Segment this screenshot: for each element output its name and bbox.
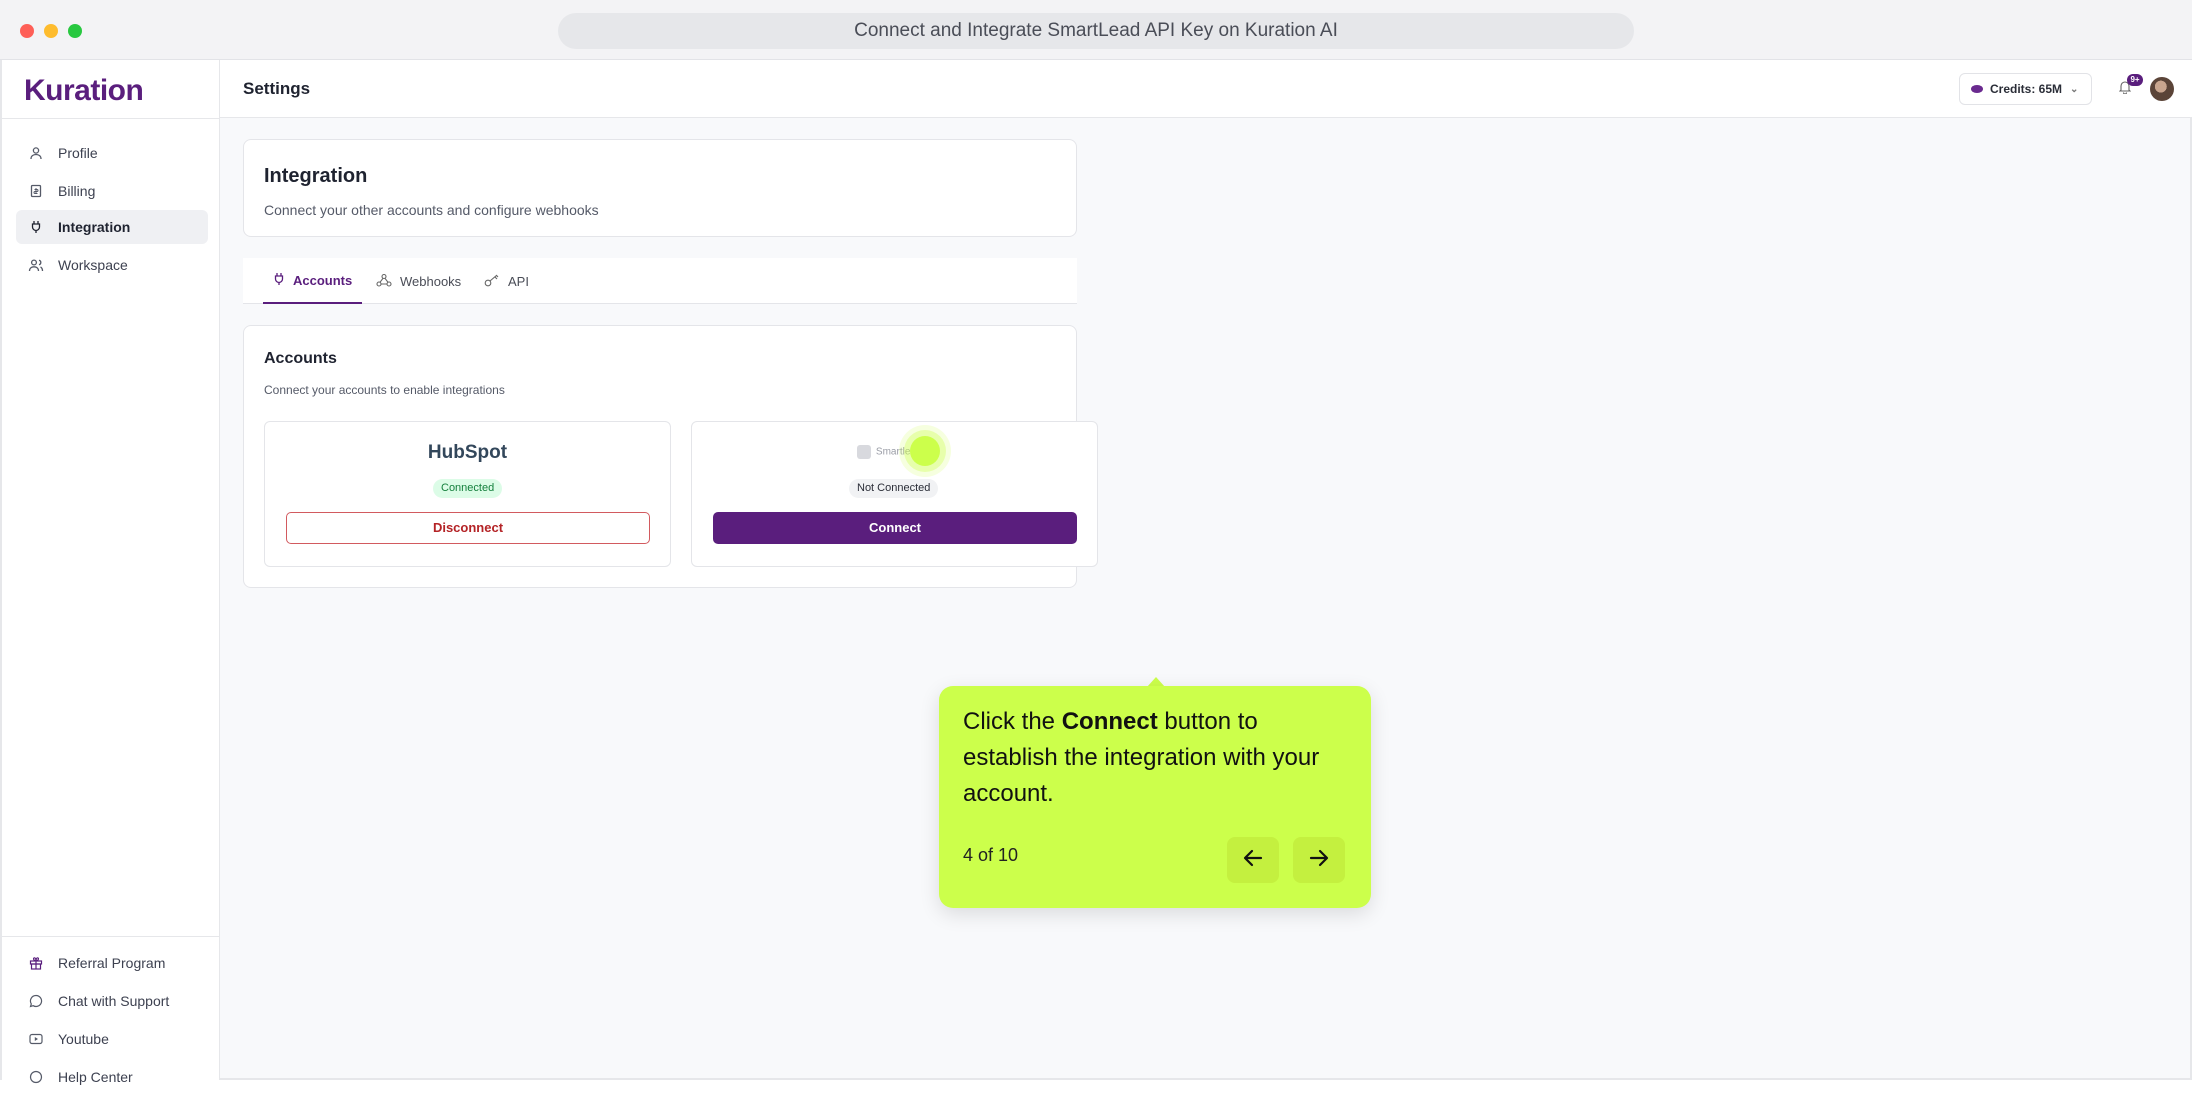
tab-accounts[interactable]: Accounts: [263, 258, 363, 304]
credits-dropdown[interactable]: Credits: 65M ⌄: [1959, 73, 2092, 105]
tooltip-text: Click the Connect button to establish th…: [963, 704, 1343, 812]
coin-icon: [1971, 85, 1983, 93]
next-step-button[interactable]: [1293, 837, 1345, 883]
browser-chrome: Connect and Integrate SmartLead API Key …: [0, 0, 2192, 60]
sidebar-item-label: Chat with Support: [58, 993, 170, 1009]
tab-label: API: [508, 273, 529, 289]
sidebar-item-label: Workspace: [58, 257, 128, 273]
integration-header-card: Integration Connect your other accounts …: [243, 139, 1077, 237]
smartlead-logo-mark: [856, 445, 871, 459]
window-close-button[interactable]: [20, 24, 34, 38]
tab-label: Webhooks: [400, 273, 462, 289]
connect-button[interactable]: Connect: [713, 512, 1077, 544]
status-badge: Connected: [433, 479, 503, 498]
tooltip-text-bold: Connect: [1061, 708, 1158, 735]
tab-api[interactable]: API: [484, 258, 529, 304]
sidebar-item-youtube[interactable]: Youtube: [16, 1022, 208, 1056]
receipt-icon: [28, 183, 44, 199]
notification-badge: 9+: [2127, 74, 2143, 86]
webhook-icon: [376, 273, 392, 290]
sidebar-item-referral-program[interactable]: Referral Program: [16, 946, 208, 980]
smartlead-integration-card: Smartlead.ai Not Connected Connect: [691, 421, 1098, 567]
accounts-subtitle: Connect your accounts to enable integrat…: [264, 383, 505, 397]
sidebar-item-label: Profile: [58, 145, 98, 161]
chevron-down-icon: ⌄: [2070, 83, 2079, 95]
disconnect-button[interactable]: Disconnect: [286, 512, 650, 544]
page-title: Settings: [243, 79, 311, 98]
sidebar-item-chat-with-support[interactable]: Chat with Support: [16, 984, 208, 1018]
plug-icon: [273, 272, 285, 289]
youtube-icon: [28, 1033, 44, 1045]
status-badge: Not Connected: [849, 479, 939, 498]
tooltip-step-counter: 4 of 10: [963, 845, 1019, 865]
key-icon: [484, 273, 500, 290]
integration-subtitle: Connect your other accounts and configur…: [264, 202, 599, 218]
sidebar-item-label: Integration: [58, 219, 131, 235]
sidebar-item-integration[interactable]: Integration: [16, 210, 208, 244]
tab-webhooks[interactable]: Webhooks: [376, 258, 461, 304]
sidebar-item-help-center[interactable]: Help Center: [16, 1060, 208, 1094]
gift-icon: [28, 956, 44, 970]
arrow-right-icon: [1309, 846, 1329, 874]
arrow-left-icon: [1243, 846, 1263, 874]
sidebar-item-label: Help Center: [58, 1069, 133, 1085]
window-minimize-button[interactable]: [44, 24, 58, 38]
app-window: Kuration Profile Billing Integration Wor…: [0, 60, 2192, 1085]
sidebar-item-profile[interactable]: Profile: [16, 136, 208, 170]
previous-step-button[interactable]: [1227, 837, 1279, 883]
sidebar-header-divider: [2, 118, 220, 119]
top-bar: Settings Credits: 65M ⌄ 9+: [220, 60, 2192, 118]
address-bar[interactable]: Connect and Integrate SmartLead API Key …: [558, 13, 1634, 49]
users-icon: [28, 257, 44, 273]
sidebar-item-billing[interactable]: Billing: [16, 174, 208, 208]
accounts-card: Accounts Connect your accounts to enable…: [243, 325, 1098, 588]
help-icon: [28, 1070, 44, 1084]
credits-label: Credits: 65M: [1990, 82, 2063, 96]
main-content: Integration Connect your other accounts …: [220, 118, 2192, 1080]
integration-tabs: Accounts Webhooks API: [243, 258, 1077, 304]
plug-icon: [28, 219, 44, 235]
click-indicator: [910, 436, 940, 466]
sidebar-item-label: Referral Program: [58, 955, 166, 971]
hubspot-logo: HubSpot: [427, 442, 508, 463]
sidebar-item-label: Youtube: [58, 1031, 109, 1047]
sidebar-divider: [2, 936, 220, 937]
sidebar-item-label: Billing: [58, 183, 96, 199]
sidebar: Kuration Profile Billing Integration Wor…: [2, 60, 220, 1085]
kuration-logo[interactable]: Kuration: [24, 74, 144, 108]
tab-label: Accounts: [293, 272, 353, 288]
accounts-title: Accounts: [264, 350, 337, 367]
sidebar-item-workspace[interactable]: Workspace: [16, 248, 208, 282]
smartlead-logo: Smartlead.ai: [692, 445, 1097, 459]
integration-title: Integration: [264, 165, 368, 187]
hubspot-integration-card: HubSpot Connected Disconnect: [264, 421, 671, 567]
user-icon: [28, 145, 44, 161]
tooltip-text-before: Click the: [963, 708, 1062, 735]
window-maximize-button[interactable]: [68, 24, 82, 38]
guide-tooltip: Click the Connect button to establish th…: [939, 686, 1371, 908]
chat-icon: [28, 994, 44, 1008]
user-avatar[interactable]: [2150, 77, 2174, 101]
